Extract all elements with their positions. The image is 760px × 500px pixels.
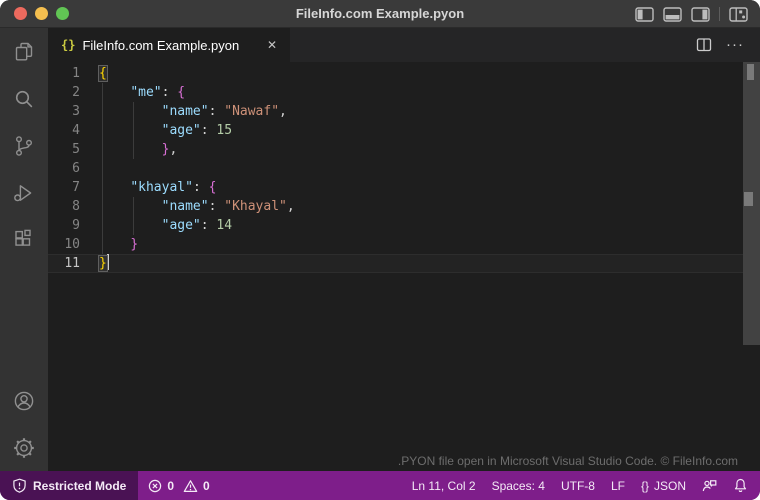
code-line-4[interactable]: 4 "age": 15 xyxy=(48,121,760,140)
error-icon xyxy=(148,479,162,493)
line-number[interactable]: 11 xyxy=(48,254,80,273)
code-text: { xyxy=(98,65,108,82)
status-bar: Restricted Mode 0 0 Ln 11, Col 2 Spaces:… xyxy=(0,471,760,500)
indent-guide xyxy=(133,102,134,159)
search-icon[interactable] xyxy=(0,75,48,122)
code-line-11[interactable]: 11} xyxy=(48,254,760,273)
extensions-icon[interactable] xyxy=(0,216,48,263)
more-actions-icon[interactable]: ··· xyxy=(726,37,744,52)
code-line-9[interactable]: 9 "age": 14 xyxy=(48,216,760,235)
code-text: "name": "Nawaf", xyxy=(161,104,287,119)
zoom-window-button[interactable] xyxy=(56,7,69,20)
code-text: "khayal": { xyxy=(130,180,217,195)
title-bar: FileInfo.com Example.pyon xyxy=(0,0,760,28)
toggle-primary-sidebar-icon[interactable] xyxy=(635,6,654,22)
line-number[interactable]: 8 xyxy=(48,197,80,216)
code-lines: 1{2 "me": {3 "name": "Nawaf", 4 "age": 15… xyxy=(48,64,760,273)
code-line-2[interactable]: 2 "me": { xyxy=(48,83,760,102)
restricted-mode-label: Restricted Mode xyxy=(33,478,127,493)
layout-controls xyxy=(635,0,748,28)
customize-layout-icon[interactable] xyxy=(729,6,748,22)
tab-fileinfo-example[interactable]: {} FileInfo.com Example.pyon ✕ xyxy=(48,28,290,62)
code-line-7[interactable]: 7 "khayal": { xyxy=(48,178,760,197)
line-number[interactable]: 1 xyxy=(48,64,80,83)
code-text: } xyxy=(98,254,109,272)
code-line-1[interactable]: 1{ xyxy=(48,64,760,83)
line-number[interactable]: 2 xyxy=(48,83,80,102)
indent-guide xyxy=(133,197,134,235)
language-label: JSON xyxy=(653,478,686,493)
line-number[interactable]: 6 xyxy=(48,159,80,178)
tab-label: FileInfo.com Example.pyon xyxy=(82,37,240,53)
code-text: } xyxy=(130,237,139,252)
error-count: 0 xyxy=(167,478,175,493)
overview-ruler-mark xyxy=(744,192,753,206)
line-number[interactable]: 7 xyxy=(48,178,80,197)
notifications-bell-icon[interactable] xyxy=(733,478,748,493)
tab-bar: {} FileInfo.com Example.pyon ✕ ··· xyxy=(48,28,760,62)
toggle-panel-icon[interactable] xyxy=(663,6,682,22)
accounts-icon[interactable] xyxy=(0,377,48,424)
editor-actions: ··· xyxy=(696,28,760,62)
shield-icon xyxy=(12,478,27,493)
feedback-icon[interactable] xyxy=(702,478,717,493)
explorer-icon[interactable] xyxy=(0,28,48,75)
vscode-window: FileInfo.com Example.pyon {} FileInfo.co… xyxy=(0,0,760,500)
language-braces-icon: {} xyxy=(640,478,649,493)
activity-bar xyxy=(0,28,48,471)
language-mode-item[interactable]: {} JSON xyxy=(641,479,686,493)
json-braces-icon: {} xyxy=(61,38,76,52)
code-line-3[interactable]: 3 "name": "Nawaf", xyxy=(48,102,760,121)
restricted-mode-item[interactable]: Restricted Mode xyxy=(0,471,139,500)
code-text: "me": { xyxy=(130,85,186,100)
code-text: "name": "Khayal", xyxy=(161,199,295,214)
tab-close-icon[interactable]: ✕ xyxy=(264,37,280,53)
code-line-6[interactable]: 6 xyxy=(48,159,760,178)
indentation-item[interactable]: Spaces: 4 xyxy=(492,479,545,493)
settings-gear-icon[interactable] xyxy=(0,424,48,471)
toggle-secondary-sidebar-icon[interactable] xyxy=(691,6,710,22)
line-number[interactable]: 9 xyxy=(48,216,80,235)
code-line-10[interactable]: 10 } xyxy=(48,235,760,254)
line-number[interactable]: 4 xyxy=(48,121,80,140)
indent-guide xyxy=(102,83,103,254)
minimize-window-button[interactable] xyxy=(35,7,48,20)
encoding-item[interactable]: UTF-8 xyxy=(561,479,595,493)
warning-icon xyxy=(183,479,198,493)
line-number[interactable]: 3 xyxy=(48,102,80,121)
overview-ruler-mark xyxy=(747,64,754,80)
source-control-icon[interactable] xyxy=(0,122,48,169)
text-cursor xyxy=(106,254,109,270)
traffic-lights xyxy=(14,7,69,20)
eol-item[interactable]: LF xyxy=(611,479,625,493)
close-window-button[interactable] xyxy=(14,7,27,20)
editor-pane[interactable]: 1{2 "me": {3 "name": "Nawaf", 4 "age": 15… xyxy=(48,62,760,471)
line-number[interactable]: 5 xyxy=(48,140,80,159)
code-text: }, xyxy=(161,142,178,157)
status-bar-right: Ln 11, Col 2 Spaces: 4 UTF-8 LF {} JSON xyxy=(412,478,760,493)
split-editor-icon[interactable] xyxy=(696,37,712,53)
vertical-scrollbar[interactable] xyxy=(743,62,760,345)
code-line-5[interactable]: 5 }, xyxy=(48,140,760,159)
titlebar-divider xyxy=(719,7,720,21)
editor-watermark: .PYON file open in Microsoft Visual Stud… xyxy=(397,454,738,468)
warning-count: 0 xyxy=(203,478,210,493)
window-title: FileInfo.com Example.pyon xyxy=(295,6,465,21)
code-line-8[interactable]: 8 "name": "Khayal", xyxy=(48,197,760,216)
line-number[interactable]: 10 xyxy=(48,235,80,254)
cursor-position-item[interactable]: Ln 11, Col 2 xyxy=(412,479,476,493)
problems-item[interactable]: 0 0 xyxy=(138,479,223,493)
run-and-debug-icon[interactable] xyxy=(0,169,48,216)
